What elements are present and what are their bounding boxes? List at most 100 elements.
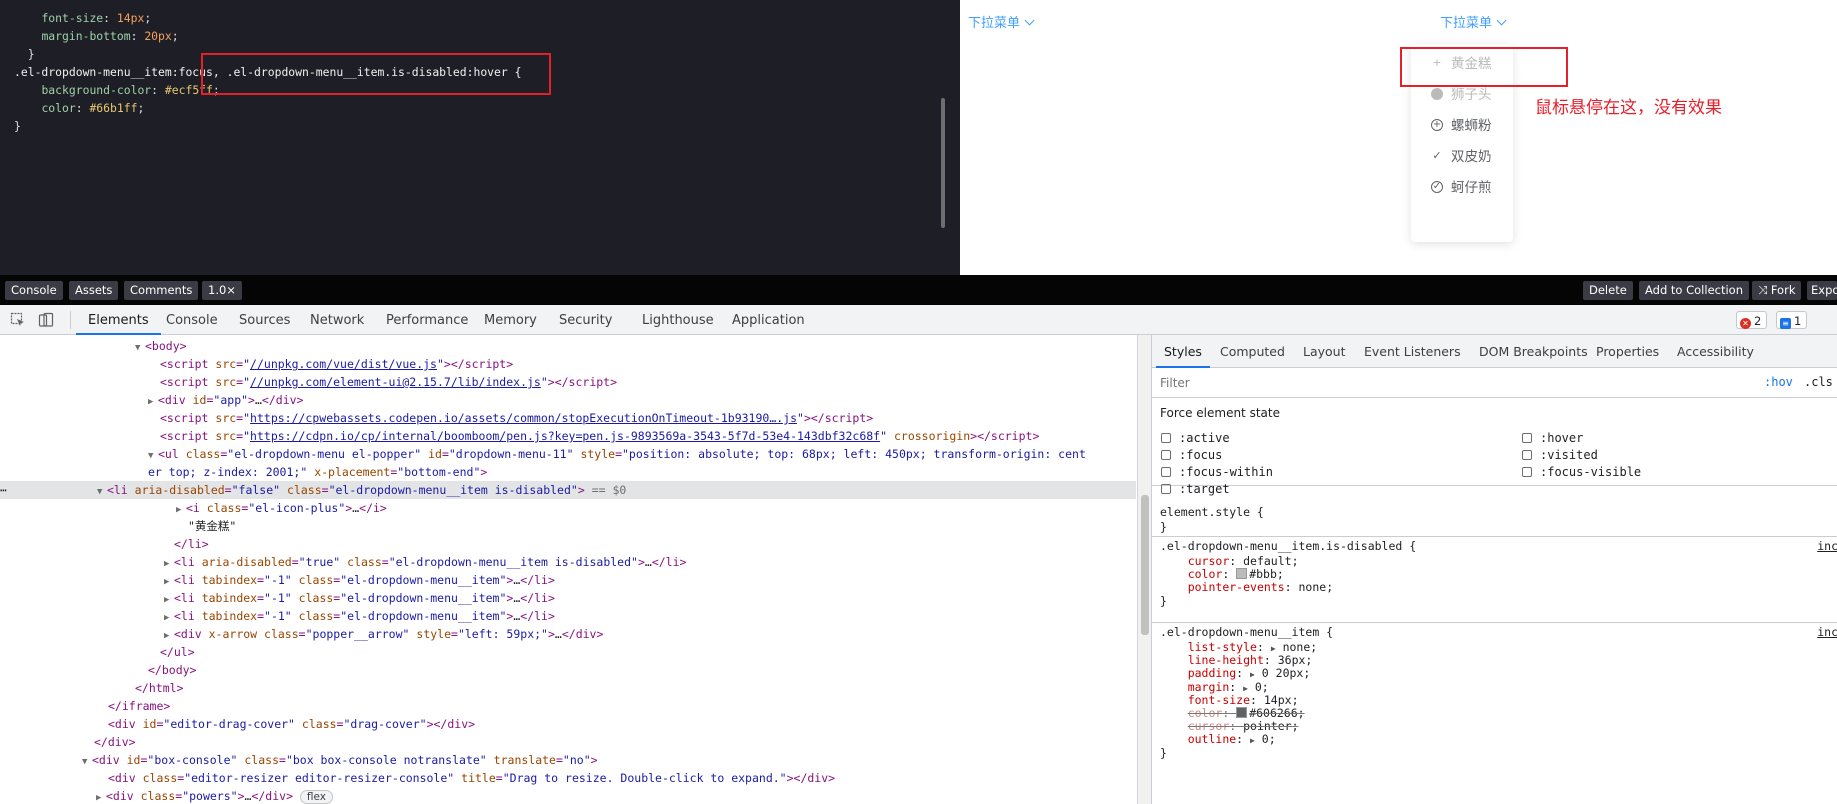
tab-lighthouse[interactable]: Lighthouse — [642, 313, 714, 328]
dropdown-trigger-left[interactable]: 下拉菜单 — [968, 12, 1035, 31]
codepen-footer-bar: Console Assets Comments 1.0× Delete Add … — [0, 275, 1837, 305]
inspect-element-icon[interactable] — [10, 312, 26, 328]
rule-source-link[interactable]: inc — [1817, 625, 1837, 639]
preview-pane: 下拉菜单 下拉菜单 + 黄金糕 + 狮子头 + 螺蛳粉 ✓ 双皮奶 ✓ 蚵仔煎 鼠标悬停在这，没有… — [960, 0, 1837, 275]
device-toolbar-icon[interactable] — [38, 312, 54, 328]
tab-memory[interactable]: Memory — [484, 313, 537, 328]
dropdown-trigger-label: 下拉菜单 — [1440, 16, 1493, 31]
tab-console[interactable]: Console — [166, 313, 218, 328]
dom-node-i[interactable]: ▶ <i class="el-icon-plus">…</i> — [176, 499, 387, 517]
rule-close: } — [1160, 593, 1167, 608]
dom-node-script[interactable]: <script src="//unpkg.com/vue/dist/vue.js… — [160, 355, 513, 373]
tab-network[interactable]: Network — [310, 313, 364, 328]
editor-scrollbar[interactable] — [941, 98, 945, 228]
chevron-down-icon — [1024, 15, 1035, 26]
tab-properties[interactable]: Properties — [1596, 344, 1659, 359]
messages-count: 1 — [1794, 314, 1802, 328]
rule-source-link[interactable]: inc — [1817, 539, 1837, 553]
dom-node-ul[interactable]: ▼ <ul class="el-dropdown-menu el-popper" … — [148, 445, 1086, 463]
css-editor[interactable]: font-size: 14px; margin-bottom: 20px; }.… — [0, 0, 960, 275]
zoom-button[interactable]: 1.0× — [202, 281, 242, 300]
dropdown-trigger-right[interactable]: 下拉菜单 — [1440, 12, 1507, 31]
tab-computed[interactable]: Computed — [1220, 344, 1285, 359]
circle-plus-outline-icon: + — [1431, 119, 1443, 131]
rule-close: } — [1160, 520, 1167, 534]
errors-count: 2 — [1754, 314, 1762, 328]
devtools-toolbar: Elements Console Sources Network Perform… — [0, 305, 1837, 335]
css-declaration[interactable]: pointer-events: none; — [1160, 580, 1333, 595]
tab-security[interactable]: Security — [559, 313, 612, 328]
dom-node-div[interactable]: <div id="editor-drag-cover" class="drag-… — [108, 715, 475, 733]
tab-event-listeners[interactable]: Event Listeners — [1364, 344, 1461, 359]
tab-accessibility[interactable]: Accessibility — [1677, 344, 1754, 359]
rule-close: } — [1160, 745, 1167, 760]
comments-button[interactable]: Comments — [124, 281, 199, 300]
dropdown-item[interactable]: ✓ 蚵仔煎 — [1411, 170, 1513, 206]
elements-scrollbar[interactable] — [1137, 335, 1151, 804]
message-icon: ≡ — [1780, 318, 1791, 329]
dom-node-div-box-console[interactable]: ▼ <div id="box-console" class="box box-co… — [82, 751, 598, 769]
force-element-state: Force element state :active :focus :focu… — [1152, 398, 1837, 496]
check-icon: ✓ — [1432, 149, 1442, 162]
state-target-checkbox[interactable]: :target — [1161, 482, 1230, 496]
state-focus-within-checkbox[interactable]: :focus-within — [1161, 465, 1273, 479]
scrollbar-thumb[interactable] — [1141, 495, 1149, 635]
dom-node-script[interactable]: <script src="https://cpwebassets.codepen… — [160, 409, 873, 427]
styles-filter-row: :hov .cls — [1152, 368, 1837, 398]
dom-node-ul-close: </ul> — [160, 645, 195, 659]
add-to-collection-button[interactable]: Add to Collection — [1639, 281, 1750, 300]
force-state-title: Force element state — [1160, 406, 1280, 420]
annotation-box-selector — [201, 53, 551, 95]
dropdown-item-label: 蚵仔煎 — [1451, 180, 1492, 196]
code-line: color: #66b1ff; — [41, 101, 145, 115]
tab-styles[interactable]: Styles — [1156, 344, 1210, 368]
state-hover-checkbox[interactable]: :hover — [1522, 431, 1583, 445]
styles-filter-input[interactable] — [1160, 374, 1750, 392]
dom-node-script[interactable]: <script src="//unpkg.com/element-ui@2.15… — [160, 373, 617, 391]
state-active-checkbox[interactable]: :active — [1161, 431, 1230, 445]
tab-sources[interactable]: Sources — [239, 313, 290, 328]
tab-layout[interactable]: Layout — [1303, 344, 1346, 359]
tab-dom-breakpoints[interactable]: DOM Breakpoints — [1479, 344, 1588, 359]
annotation-note: 鼠标悬停在这，没有效果 — [1535, 98, 1722, 118]
css-declaration[interactable]: outline: ▶ 0; — [1160, 732, 1276, 747]
fork-button[interactable]: ⤨ Fork — [1752, 281, 1802, 300]
dom-node-li-selected[interactable]: ⋯ ▼ <li aria-disabled="false" class="el-d… — [0, 481, 1136, 499]
chevron-down-icon — [1496, 15, 1507, 26]
error-icon: ✕ — [1740, 318, 1751, 329]
export-button[interactable]: Expo — [1807, 281, 1837, 300]
messages-badge[interactable]: ≡ 1 — [1776, 311, 1808, 329]
dom-node-div[interactable]: ▶ <div class="powers">…</div> flex — [96, 787, 334, 804]
dom-node-div-arrow[interactable]: ▶ <div x-arrow class="popper__arrow" styl… — [164, 625, 603, 643]
dom-node-li[interactable]: ▶ <li tabindex="-1" class="el-dropdown-me… — [164, 589, 555, 607]
dom-text-node[interactable]: "黄金糕" — [188, 517, 236, 535]
state-focus-visible-checkbox[interactable]: :focus-visible — [1522, 465, 1641, 479]
dom-node-div-app[interactable]: ▶ <div id="app">…</div> — [148, 391, 303, 409]
dom-node-li[interactable]: ▶ <li tabindex="-1" class="el-dropdown-me… — [164, 571, 555, 589]
tab-elements[interactable]: Elements — [76, 313, 161, 335]
elements-tree[interactable]: ▼ <body> <script src="//unpkg.com/vue/dis… — [0, 335, 1136, 804]
toolbar-divider — [70, 311, 71, 329]
dom-node-li[interactable]: ▶ <li aria-disabled="true" class="el-drop… — [164, 553, 686, 571]
dom-node-body[interactable]: ▼ <body> — [135, 337, 187, 355]
styles-pane: Styles Computed Layout Event Listeners D… — [1151, 335, 1837, 804]
css-rule-dropdown-item[interactable]: .el-dropdown-menu__item {inc list-style:… — [1152, 623, 1837, 804]
console-button[interactable]: Console — [5, 281, 63, 300]
tab-performance[interactable]: Performance — [386, 313, 468, 328]
dom-node-div[interactable]: <div class="editor-resizer editor-resize… — [108, 769, 835, 787]
hov-toggle[interactable]: :hov — [1764, 375, 1793, 389]
tab-application[interactable]: Application — [732, 313, 805, 328]
css-rule-is-disabled[interactable]: .el-dropdown-menu__item.is-disabled {inc… — [1152, 537, 1837, 623]
assets-button[interactable]: Assets — [69, 281, 119, 300]
errors-badge[interactable]: ✕ 2 — [1736, 311, 1768, 329]
state-focus-checkbox[interactable]: :focus — [1161, 448, 1222, 462]
delete-button[interactable]: Delete — [1583, 281, 1633, 300]
element-style-rule[interactable]: element.style { } — [1152, 503, 1837, 537]
cls-toggle[interactable]: .cls — [1804, 375, 1833, 389]
dropdown-trigger-label: 下拉菜单 — [968, 16, 1021, 31]
state-visited-checkbox[interactable]: :visited — [1522, 448, 1598, 462]
dom-node-li-close: </li> — [174, 537, 209, 551]
circle-plus-filled-icon: + — [1431, 88, 1443, 100]
dom-node-script[interactable]: <script src="https://cdpn.io/cp/internal… — [160, 427, 1039, 445]
dom-node-li[interactable]: ▶ <li tabindex="-1" class="el-dropdown-me… — [164, 607, 555, 625]
